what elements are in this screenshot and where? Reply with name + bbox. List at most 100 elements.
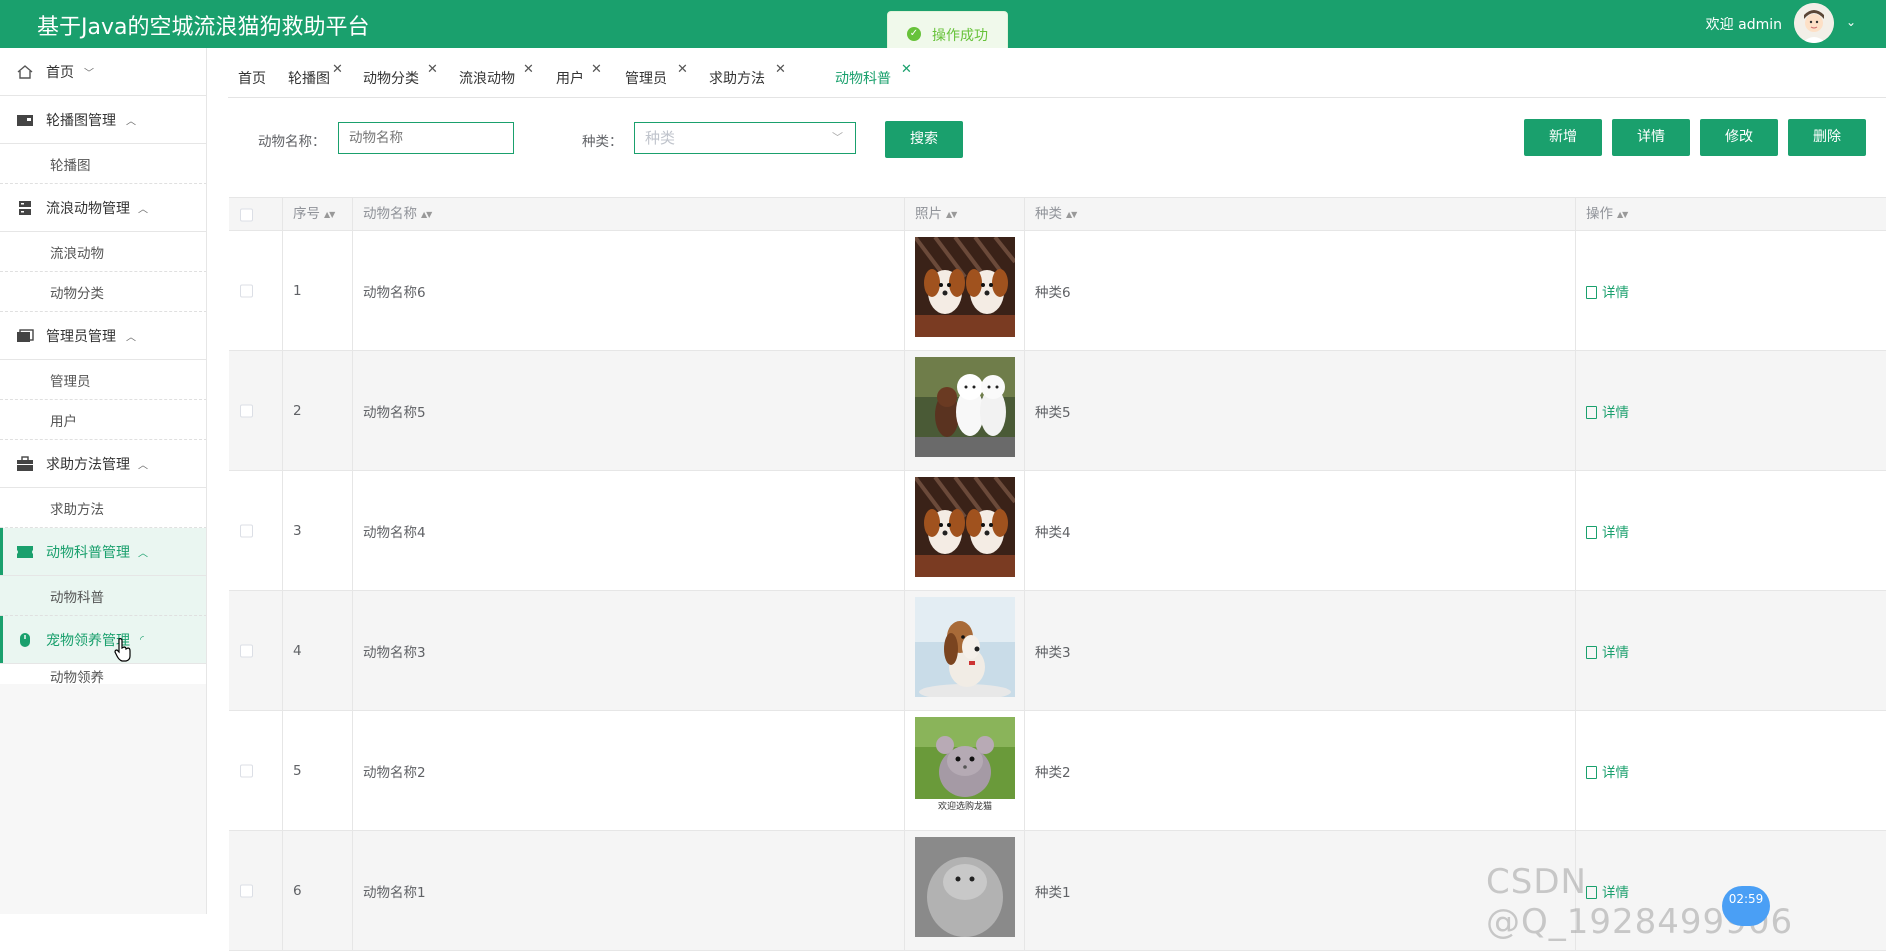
sidebar-item-users[interactable]: 用户 [0, 400, 206, 440]
sidebar-item-label: 动物领养 [50, 670, 104, 686]
chevron-up-icon: ︿ [138, 460, 148, 471]
tab-animal-science[interactable]: 动物科普 ✕ [835, 62, 912, 88]
sidebar-item-home[interactable]: 首页 ﹀ [0, 48, 206, 96]
sidebar-group-label: 求助方法管理 [46, 456, 130, 473]
row-checkbox[interactable] [240, 764, 253, 778]
row-detail-link[interactable]: 详情 [1586, 761, 1629, 781]
header-photo[interactable]: 照片 ▲▼ [905, 198, 1025, 231]
close-icon[interactable]: ✕ [427, 62, 438, 77]
data-table: 序号 ▲▼ 动物名称 ▲▼ 照片 ▲▼ 种类 ▲▼ 操作 ▲▼ 1 动物名称6 种类6 详… [229, 197, 1886, 951]
row-checkbox[interactable] [240, 884, 253, 898]
close-icon[interactable]: ✕ [332, 62, 343, 77]
link-label: 详情 [1602, 525, 1629, 541]
sidebar-group-carousel[interactable]: 轮播图管理 ︿ [0, 96, 206, 144]
cell-text: 种类5 [1035, 405, 1071, 421]
carousel-icon [17, 114, 33, 126]
header-actions[interactable]: 操作 ▲▼ [1576, 198, 1886, 231]
type-cell: 种类3 [1025, 591, 1576, 711]
type-filter-label: 种类： [582, 134, 623, 150]
tab-users[interactable]: 用户 ✕ [556, 62, 602, 88]
tab-home[interactable]: 首页 [238, 68, 266, 88]
type-cell: 种类6 [1025, 231, 1576, 351]
close-icon[interactable]: ✕ [775, 62, 786, 77]
sidebar-item-stray-animals[interactable]: 流浪动物 [0, 232, 206, 272]
header-label: 照片 [915, 206, 942, 222]
table-row[interactable]: 3 动物名称4 种类4 详情 [229, 471, 1886, 591]
sidebar-group-stray-animals[interactable]: 流浪动物管理 ︿ [0, 184, 206, 232]
chevron-down-icon[interactable]: ⌄ [1846, 15, 1856, 29]
header-index[interactable]: 序号 ▲▼ [283, 198, 353, 231]
photo-cell [905, 231, 1025, 351]
sidebar-item-carousel[interactable]: 轮播图 [0, 144, 206, 184]
table-row[interactable]: 2 动物名称5 种类5 详情 [229, 351, 1886, 471]
sort-icon[interactable]: ▲▼ [946, 198, 957, 231]
sidebar-group-animal-science[interactable]: 动物科普管理 ︿ [0, 528, 206, 576]
puppies-icon [915, 237, 1015, 337]
checkbox-cell [229, 231, 283, 351]
sidebar-item-animal-categories[interactable]: 动物分类 [0, 272, 206, 312]
briefcase-icon [17, 455, 33, 471]
close-icon[interactable]: ✕ [591, 62, 602, 77]
header-type[interactable]: 种类 ▲▼ [1025, 198, 1576, 231]
edit-button[interactable]: 修改 [1700, 119, 1778, 156]
sidebar-item-help-methods[interactable]: 求助方法 [0, 488, 206, 528]
tab-carousel[interactable]: 轮播图 ✕ [288, 62, 343, 88]
sort-icon[interactable]: ▲▼ [1617, 198, 1628, 231]
close-icon[interactable]: ✕ [523, 62, 534, 77]
name-search-input[interactable] [338, 122, 514, 154]
avatar[interactable] [1794, 3, 1834, 43]
tab-help-methods[interactable]: 求助方法 ✕ [709, 62, 786, 88]
sort-icon[interactable]: ▲▼ [324, 198, 335, 231]
link-label: 详情 [1602, 405, 1629, 421]
close-icon[interactable]: ✕ [677, 62, 688, 77]
cell-text: 6 [293, 883, 302, 899]
delete-button[interactable]: 删除 [1788, 119, 1866, 156]
active-indicator [0, 528, 3, 575]
table-row[interactable]: 5 动物名称2 欢迎选购龙猫 种类2 详情 [229, 711, 1886, 831]
name-cell: 动物名称1 [353, 831, 905, 951]
sidebar-group-label: 动物科普管理 [46, 544, 130, 561]
row-detail-link[interactable]: 详情 [1586, 281, 1629, 301]
add-button[interactable]: 新增 [1524, 119, 1602, 156]
row-detail-link[interactable]: 详情 [1586, 401, 1629, 421]
table-row[interactable]: 1 动物名称6 种类6 详情 [229, 231, 1886, 351]
checkbox-cell [229, 711, 283, 831]
search-button[interactable]: 搜索 [885, 121, 963, 158]
cell-text: 种类6 [1035, 285, 1071, 301]
cell-text: 5 [293, 763, 302, 779]
row-detail-link[interactable]: 详情 [1586, 521, 1629, 541]
tab-label: 用户 [556, 71, 584, 87]
name-cell: 动物名称6 [353, 231, 905, 351]
row-checkbox[interactable] [240, 524, 253, 538]
select-all-checkbox[interactable] [240, 208, 253, 221]
sidebar-group-admins[interactable]: 管理员管理 ︿ [0, 312, 206, 360]
header-name[interactable]: 动物名称 ▲▼ [353, 198, 905, 231]
tab-stray-animals[interactable]: 流浪动物 ✕ [459, 62, 534, 88]
index-cell: 4 [283, 591, 353, 711]
sidebar-item-label: 用户 [50, 413, 77, 430]
row-checkbox[interactable] [240, 644, 253, 658]
sidebar-item-label: 动物分类 [50, 285, 104, 302]
poodles-icon [915, 357, 1015, 457]
table-row[interactable]: 4 动物名称3 种类3 详情 [229, 591, 1886, 711]
close-icon[interactable]: ✕ [901, 62, 912, 77]
row-checkbox[interactable] [240, 284, 253, 298]
sidebar-item-animal-science[interactable]: 动物科普 [0, 576, 206, 616]
tab-label: 动物科普 [835, 71, 891, 87]
sidebar-item-admins[interactable]: 管理员 [0, 360, 206, 400]
tab-animal-categories[interactable]: 动物分类 ✕ [363, 62, 438, 88]
row-checkbox[interactable] [240, 404, 253, 418]
tab-label: 轮播图 [288, 71, 330, 87]
cell-text: 种类3 [1035, 645, 1071, 661]
tab-admins[interactable]: 管理员 ✕ [625, 62, 688, 88]
server-icon [19, 200, 31, 215]
sidebar-group-help-methods[interactable]: 求助方法管理 ︿ [0, 440, 206, 488]
row-detail-link[interactable]: 详情 [1586, 641, 1629, 661]
sort-icon[interactable]: ▲▼ [1066, 198, 1077, 231]
type-select[interactable]: 种类 ﹀ [634, 122, 856, 154]
mouse-icon [20, 632, 30, 647]
sort-icon[interactable]: ▲▼ [421, 198, 432, 231]
sidebar-group-pet-adoption[interactable]: 宠物领养管理 ◜ [0, 616, 206, 664]
cell-text: 动物名称5 [363, 405, 426, 421]
detail-button[interactable]: 详情 [1612, 119, 1690, 156]
